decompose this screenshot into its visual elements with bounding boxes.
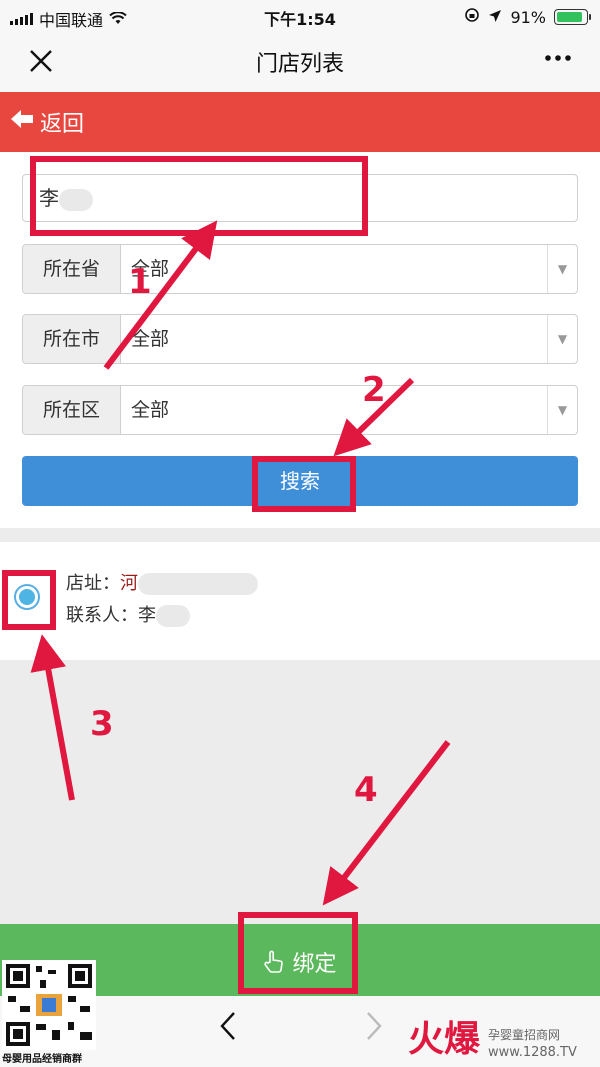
caret-down-icon: ▼ (547, 315, 577, 363)
battery-percent: 91% (510, 7, 546, 27)
page-title: 门店列表 (255, 52, 344, 77)
chevron-right-icon[interactable] (362, 1010, 386, 1050)
province-label: 所在省 (23, 245, 121, 293)
back-bar: 返回 (0, 92, 600, 152)
province-select[interactable]: 所在省 全部 ▼ (22, 244, 578, 294)
qr-caption: 母婴用品经销商群 (2, 1054, 82, 1065)
annotation-number-4: 4 (354, 770, 378, 810)
annotation-box-bind-button (238, 912, 358, 994)
district-label: 所在区 (23, 386, 121, 434)
status-right: 91% (464, 7, 591, 27)
annotation-number-2: 2 (362, 370, 386, 410)
annotation-box-search-input (30, 156, 368, 236)
watermark-url: www.1288.TV (488, 1045, 577, 1060)
rotation-lock-icon (464, 7, 480, 27)
store-address-row: 店址：河 (66, 568, 258, 600)
watermark-site-name: 孕婴童招商网 (488, 1028, 561, 1042)
annotation-box-search-button (252, 456, 356, 512)
city-label: 所在市 (23, 315, 121, 363)
district-value: 全部 (131, 399, 170, 421)
annotation-number-1: 1 (128, 262, 152, 302)
arrow-left-icon (10, 108, 34, 136)
annotation-box-radio (2, 570, 56, 630)
city-select[interactable]: 所在市 全部 ▼ (22, 314, 578, 364)
location-icon (488, 8, 502, 27)
address-value: 河 (120, 573, 138, 594)
watermark-site: 孕婴童招商网 www.1288.TV (488, 1026, 577, 1060)
annotation-number-3: 3 (90, 704, 114, 744)
status-bar: 中国联通 下午1:54 91% (0, 0, 600, 32)
caret-down-icon: ▼ (547, 386, 577, 434)
watermark-brand: 火爆 (408, 1018, 481, 1060)
redacted-text (156, 605, 190, 627)
chevron-left-icon[interactable] (216, 1010, 240, 1050)
back-label: 返回 (40, 112, 85, 137)
caret-down-icon: ▼ (547, 245, 577, 293)
store-list-item[interactable]: 店址：河 联系人：李 (0, 542, 600, 660)
back-button[interactable]: 返回 (10, 106, 84, 138)
contact-value: 李 (138, 605, 156, 626)
battery-icon (554, 9, 591, 25)
province-value: 全部 (131, 258, 170, 280)
city-value: 全部 (131, 328, 170, 350)
store-info: 店址：河 联系人：李 (66, 568, 258, 632)
district-select[interactable]: 所在区 全部 ▼ (22, 385, 578, 435)
redacted-text (138, 573, 258, 595)
store-contact-row: 联系人：李 (66, 600, 258, 632)
nav-bar: 门店列表 (0, 32, 600, 92)
address-label: 店址： (66, 573, 120, 594)
more-icon[interactable] (542, 42, 574, 81)
contact-label: 联系人： (66, 605, 138, 626)
qr-code (2, 960, 96, 1050)
